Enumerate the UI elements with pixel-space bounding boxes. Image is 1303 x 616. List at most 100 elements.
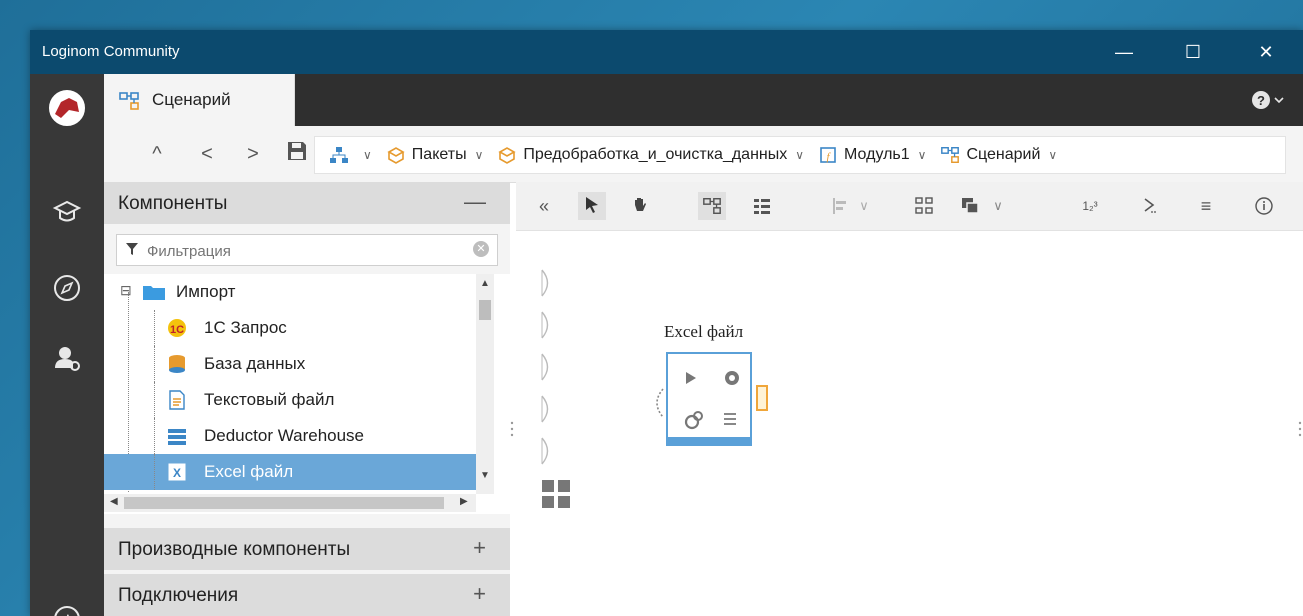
user-settings-icon[interactable] [47, 338, 87, 378]
components-panel: Компоненты — ✕ ⊟ Импорт 1С [104, 182, 510, 616]
tree-item-label: Импорт [176, 282, 236, 301]
scenario-icon [941, 147, 960, 163]
canvas-toolbar: « ∨ ∨ 1₂³ ≡ [516, 182, 1303, 231]
svg-text:i: i [65, 612, 69, 616]
filter-input[interactable] [145, 239, 459, 263]
chevron-down-icon[interactable]: ∨ [850, 192, 878, 220]
expand-button[interactable]: + [473, 581, 486, 607]
components-tree: ⊟ Импорт 1С 1С Запрос База данных Тексто… [104, 274, 510, 514]
warehouse-icon [166, 426, 188, 446]
excel-file-node[interactable] [666, 352, 752, 446]
breadcrumb-module[interactable]: f Модуль1 ∨ [818, 145, 926, 165]
run-icon[interactable] [1136, 192, 1164, 220]
tab-bar: Сценарий ? [104, 74, 1303, 126]
add-port-icon[interactable] [540, 478, 572, 510]
derived-components-header[interactable]: Производные компоненты + [104, 528, 510, 570]
tree-item-excel-file[interactable]: X Excel файл [104, 454, 476, 490]
excel-icon: X [166, 462, 188, 482]
splitter-handle[interactable] [510, 420, 514, 440]
maximize-button[interactable]: ☐ [1170, 30, 1216, 74]
node-input-port[interactable] [649, 387, 665, 419]
breadcrumb: ∨ Пакеты ∨ Предобработка_и_очистка_данны… [314, 136, 1286, 174]
hand-icon[interactable] [626, 192, 654, 220]
back-button[interactable]: < [196, 142, 218, 166]
forward-button[interactable]: > [242, 142, 264, 166]
navigation-bar: ^ < > ∨ Пакеты ∨ Предобработка_и_очистка… [104, 126, 1303, 183]
horizontal-scrollbar[interactable]: ◀ ▶ [104, 494, 476, 512]
minimize-button[interactable]: — [1101, 30, 1147, 74]
tree-item-import[interactable]: ⊟ Импорт [104, 274, 476, 310]
folder-icon [142, 282, 165, 302]
window-title: Loginom Community [42, 43, 180, 60]
tree-item-label: 1С Запрос [204, 318, 287, 337]
filter-box: ✕ [116, 234, 498, 266]
chevron-down-icon[interactable]: ∨ [1048, 148, 1057, 162]
up-button[interactable]: ^ [146, 142, 168, 166]
breadcrumb-scenario[interactable]: Сценарий ∨ [940, 145, 1057, 165]
port-icon[interactable] [540, 352, 554, 382]
database-icon [166, 354, 188, 374]
tree-item-database[interactable]: База данных [104, 346, 476, 382]
expand-button[interactable]: + [473, 535, 486, 561]
info-icon[interactable]: i [47, 599, 87, 616]
tree-item-label: Текстовый файл [204, 390, 335, 409]
tree-item-label: Deductor Warehouse [204, 426, 365, 445]
info-icon[interactable] [1250, 192, 1278, 220]
port-icon[interactable] [540, 394, 554, 424]
node-icons [684, 371, 739, 430]
text-file-icon [166, 390, 188, 410]
menu-icon[interactable]: ≡ [1192, 192, 1220, 220]
title-bar: Loginom Community — ☐ ✕ [30, 30, 1303, 74]
svg-text:X: X [173, 466, 181, 480]
clear-filter-icon[interactable]: ✕ [473, 241, 489, 257]
compass-icon[interactable] [47, 268, 87, 308]
tree-item-label: Excel файл [204, 462, 294, 481]
svg-text:1С: 1С [170, 324, 184, 336]
tree-item-deductor-warehouse[interactable]: Deductor Warehouse [104, 418, 476, 454]
help-icon[interactable]: ? [1249, 88, 1289, 112]
chevron-down-icon[interactable]: ∨ [475, 148, 484, 162]
workflow-canvas[interactable]: « ∨ ∨ 1₂³ ≡ Excel файл [516, 182, 1303, 616]
chevron-down-icon[interactable]: ∨ [795, 148, 804, 162]
app-window: Loginom Community — ☐ ✕ i Сценарий ? [30, 30, 1303, 616]
filter-icon [125, 241, 139, 262]
connections-header[interactable]: Подключения + [104, 574, 510, 616]
scenario-icon [118, 90, 140, 112]
1c-icon: 1С [166, 318, 188, 338]
node-output-port[interactable] [756, 385, 768, 411]
list-view-icon[interactable] [748, 192, 776, 220]
graduation-cap-icon[interactable] [47, 192, 87, 232]
vertical-scrollbar[interactable]: ▲ ▼ [476, 274, 494, 494]
tab-label: Сценарий [152, 90, 231, 109]
tab-scenario[interactable]: Сценарий [104, 74, 295, 126]
splitter-handle[interactable] [1298, 420, 1302, 440]
close-button[interactable]: ✕ [1243, 30, 1289, 74]
svg-text:?: ? [1257, 93, 1265, 108]
tree-item-label: База данных [204, 354, 306, 373]
port-icon[interactable] [540, 310, 554, 340]
logo-icon[interactable] [47, 88, 87, 128]
package-icon [498, 147, 516, 164]
components-header[interactable]: Компоненты — [104, 182, 510, 224]
arrange-icon[interactable] [910, 192, 938, 220]
numbering-icon[interactable]: 1₂³ [1076, 192, 1104, 220]
breadcrumb-packages[interactable]: Пакеты ∨ [386, 145, 484, 165]
scenario-view-icon[interactable] [698, 192, 726, 220]
expand-icon[interactable]: ⊟ [120, 282, 136, 302]
tree-item-1c-query[interactable]: 1С 1С Запрос [104, 310, 476, 346]
chevron-down-icon[interactable]: ∨ [918, 148, 927, 162]
collapse-panel-icon[interactable]: « [530, 192, 558, 220]
components-title: Компоненты [118, 193, 228, 214]
pointer-icon[interactable] [578, 192, 606, 220]
tree-item-text-file[interactable]: Текстовый файл [104, 382, 476, 418]
port-icon[interactable] [540, 436, 554, 466]
chevron-down-icon[interactable]: ∨ [984, 192, 1012, 220]
layers-icon[interactable] [956, 192, 984, 220]
collapse-button[interactable]: — [464, 189, 486, 215]
chevron-down-icon[interactable]: ∨ [363, 148, 372, 162]
breadcrumb-root[interactable]: ∨ [329, 145, 372, 165]
breadcrumb-package[interactable]: Предобработка_и_очистка_данных ∨ [497, 145, 804, 165]
save-icon[interactable] [286, 140, 308, 164]
port-icon[interactable] [540, 268, 554, 298]
package-icon [387, 147, 405, 164]
